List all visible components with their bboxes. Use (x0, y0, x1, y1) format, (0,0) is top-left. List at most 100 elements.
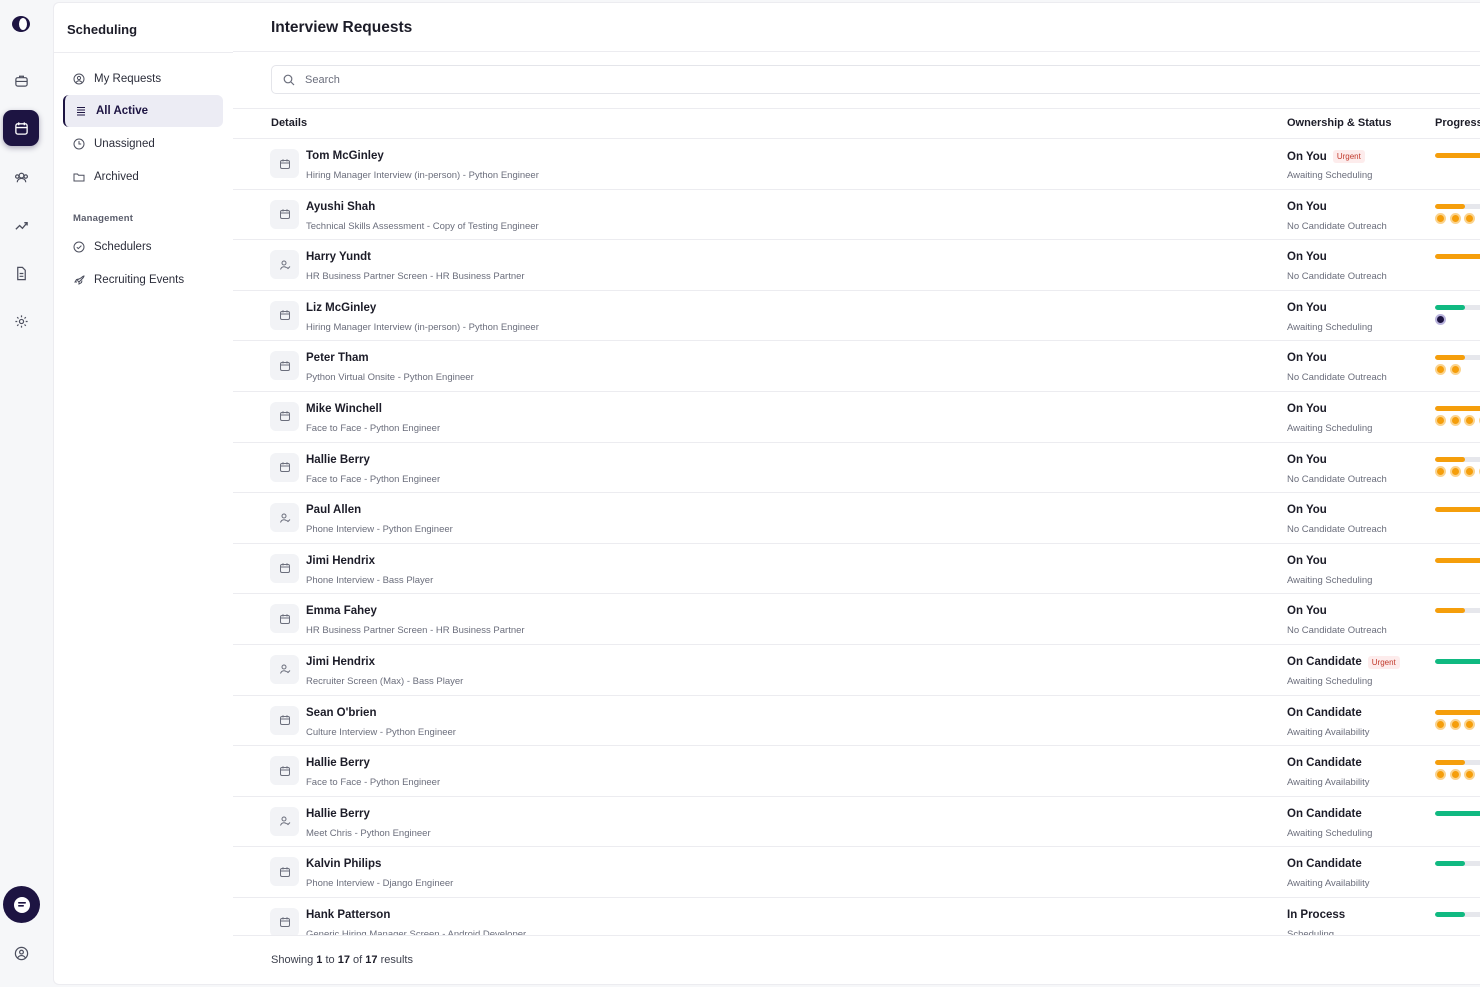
request-candidate-name[interactable]: Hallie Berry (306, 454, 370, 466)
calendar-icon (270, 149, 299, 178)
footer-total: 17 (365, 954, 378, 966)
progress-bar-fill (1435, 658, 1480, 664)
request-candidate-name[interactable]: Sean O'brien (306, 707, 376, 719)
progress-indicator (1435, 507, 1480, 537)
column-header-ownership[interactable]: Ownership & Status (1287, 117, 1392, 129)
table-row[interactable]: Mike Winchell Face to Face - Python Engin… (233, 392, 1480, 443)
progress-dot (1449, 718, 1461, 730)
progress-bar-fill (1435, 608, 1465, 614)
analytics-icon[interactable] (3, 207, 39, 243)
progress-dots (1435, 212, 1479, 224)
table-row[interactable]: Sean O'brien Culture Interview - Python E… (233, 696, 1480, 747)
search-input[interactable] (305, 73, 905, 86)
calendar-icon (270, 199, 299, 229)
progress-bar-fill (1435, 254, 1480, 260)
footer-suffix: results (380, 954, 413, 966)
page-title: Interview Requests (271, 19, 413, 36)
table-row[interactable]: Paul Allen Phone Interview - Python Engin… (233, 493, 1480, 544)
search-box[interactable] (271, 65, 1480, 94)
progress-dot (1435, 414, 1446, 426)
sidebar-item-label: Schedulers (94, 241, 152, 253)
table-row[interactable]: Jimi Hendrix Recruiter Screen (Max) - Bas… (233, 645, 1480, 696)
sidebar-item-all-active[interactable]: All Active (63, 95, 223, 127)
request-status: Awaiting Scheduling (1287, 574, 1373, 586)
briefcase-icon[interactable] (3, 62, 39, 98)
request-candidate-name[interactable]: Emma Fahey (306, 605, 377, 617)
request-status: Awaiting Scheduling (1287, 170, 1373, 181)
request-candidate-name[interactable]: Paul Allen (306, 504, 361, 516)
account-icon[interactable] (3, 935, 39, 971)
request-ownership: On Candidate (1287, 858, 1362, 870)
requests-table: Tom McGinley Hiring Manager Interview (in… (233, 138, 1480, 935)
table-row[interactable]: Hank Patterson Generic Hiring Manager Scr… (233, 898, 1480, 935)
request-candidate-name[interactable]: Kalvin Philips (306, 858, 381, 870)
request-ownership: On Candidate (1287, 707, 1362, 719)
request-interview-details: Face to Face - Python Engineer (306, 473, 441, 485)
progress-indicator (1435, 557, 1480, 588)
app-logo-icon[interactable] (11, 15, 31, 33)
calendar-nav-icon[interactable] (3, 110, 39, 146)
sidebar-item-my-requests[interactable]: My Requests (63, 63, 223, 95)
progress-bar (1435, 810, 1480, 816)
column-header-progress[interactable]: Progress (1435, 117, 1480, 129)
progress-indicator (1435, 911, 1480, 935)
request-ownership: On You (1287, 504, 1327, 516)
progress-bar (1435, 203, 1480, 209)
progress-bar-fill (1435, 810, 1480, 816)
ownership-label: On You (1287, 453, 1327, 466)
request-candidate-name[interactable]: Hallie Berry (306, 808, 370, 820)
calendar-icon (270, 401, 299, 431)
table-row[interactable]: Harry Yundt HR Business Partner Screen - … (233, 240, 1480, 291)
sidebar-item-schedulers[interactable]: Schedulers (63, 231, 223, 263)
request-candidate-name[interactable]: Tom McGinley (306, 150, 384, 162)
user-check-icon (270, 250, 299, 280)
team-icon[interactable] (3, 159, 39, 195)
table-row[interactable]: Peter Tham Python Virtual Onsite - Python… (233, 341, 1480, 392)
table-row[interactable]: Emma Fahey HR Business Partner Screen - H… (233, 594, 1480, 645)
progress-indicator (1435, 608, 1480, 638)
document-icon[interactable] (3, 255, 39, 291)
request-candidate-name[interactable]: Jimi Hendrix (306, 555, 375, 567)
progress-bar-fill (1435, 911, 1465, 917)
sidebar-item-unassigned[interactable]: Unassigned (63, 128, 223, 160)
request-candidate-name[interactable]: Liz McGinley (306, 302, 376, 314)
table-row[interactable]: Hallie Berry Face to Face - Python Engine… (233, 443, 1480, 494)
ownership-label: On Candidate (1287, 807, 1362, 820)
column-header-details[interactable]: Details (271, 117, 307, 129)
progress-bar-fill (1435, 405, 1480, 411)
user-check-icon (270, 654, 299, 684)
chat-assistant-icon[interactable] (3, 886, 40, 923)
request-interview-details: Technical Skills Assessment - Copy of Te… (306, 220, 539, 232)
request-candidate-name[interactable]: Jimi Hendrix (306, 656, 375, 668)
request-candidate-name[interactable]: Hank Patterson (306, 909, 390, 921)
sidebar-item-recruiting-events[interactable]: Recruiting Events (63, 264, 223, 296)
sidebar-item-archived[interactable]: Archived (63, 161, 223, 193)
request-candidate-name[interactable]: Hallie Berry (306, 757, 370, 769)
request-candidate-name[interactable]: Peter Tham (306, 352, 369, 364)
request-candidate-name[interactable]: Harry Yundt (306, 251, 371, 263)
request-status: No Candidate Outreach (1287, 271, 1387, 283)
table-row[interactable]: Tom McGinley Hiring Manager Interview (in… (233, 139, 1480, 190)
request-status: Awaiting Scheduling (1287, 675, 1373, 687)
divider (54, 52, 233, 53)
request-candidate-name[interactable]: Mike Winchell (306, 403, 382, 415)
progress-bar (1435, 557, 1480, 563)
table-row[interactable]: Ayushi Shah Technical Skills Assessment -… (233, 190, 1480, 241)
progress-indicator (1435, 304, 1480, 335)
divider (233, 935, 1480, 936)
table-row[interactable]: Kalvin Philips Phone Interview - Django E… (233, 847, 1480, 898)
progress-dot (1464, 718, 1475, 730)
table-row[interactable]: Hallie Berry Meet Chris - Python Engineer… (233, 797, 1480, 848)
table-row[interactable]: Liz McGinley Hiring Manager Interview (in… (233, 291, 1480, 342)
progress-dot (1435, 364, 1446, 376)
settings-icon[interactable] (3, 303, 39, 339)
request-interview-details: Hiring Manager Interview (in-person) - P… (306, 170, 539, 181)
table-row[interactable]: Jimi Hendrix Phone Interview - Bass Playe… (233, 544, 1480, 595)
request-interview-details: Hiring Manager Interview (in-person) - P… (306, 321, 539, 333)
calendar-icon (270, 452, 299, 482)
table-row[interactable]: Hallie Berry Face to Face - Python Engine… (233, 746, 1480, 797)
request-candidate-name[interactable]: Ayushi Shah (306, 201, 375, 213)
divider (233, 108, 1480, 109)
progress-bar (1435, 405, 1480, 411)
request-status: No Candidate Outreach (1287, 524, 1387, 536)
